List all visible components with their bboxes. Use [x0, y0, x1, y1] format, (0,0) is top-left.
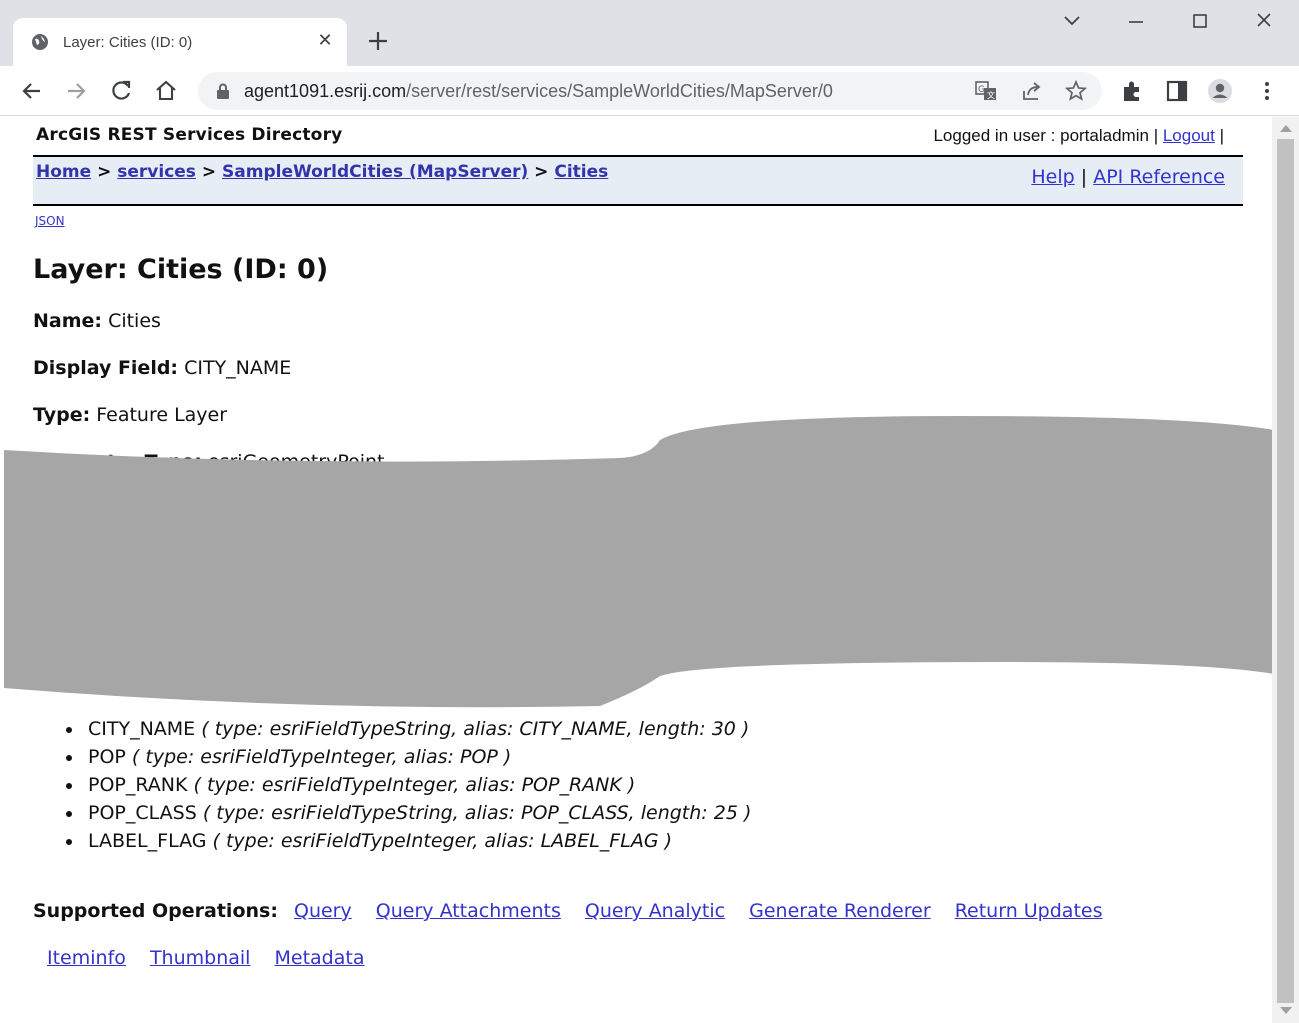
side-panel-icon[interactable] [1164, 78, 1190, 104]
back-icon[interactable] [18, 77, 46, 105]
logged-in-user: Logged in user : portaladmin | Logout | [933, 126, 1224, 146]
bookmark-star-icon[interactable] [1064, 79, 1088, 103]
new-tab-icon[interactable] [364, 26, 392, 56]
maximize-icon[interactable] [1180, 6, 1220, 36]
vertical-scrollbar[interactable] [1272, 117, 1299, 1023]
url-text[interactable]: agent1091.esrij.com/server/rest/services… [244, 81, 833, 102]
field-name: LABEL_FLAG [88, 830, 207, 852]
query-attachments-link[interactable]: Query Attachments [376, 900, 561, 922]
thumbnail-link[interactable]: Thumbnail [150, 947, 251, 969]
url-path: /server/rest/services/SampleWorldCities/… [406, 81, 833, 101]
name-value: Cities [108, 310, 161, 332]
field-detail: ( type: esriFieldTypeInteger, alias: LAB… [212, 830, 672, 852]
metadata-link[interactable]: Metadata [275, 947, 365, 969]
breadcrumb-separator: > [97, 162, 112, 182]
name-property: Name: Cities [33, 310, 161, 332]
field-name: POP_CLASS [88, 802, 197, 824]
svg-text:G: G [978, 85, 985, 95]
tab-search-chevron-icon[interactable] [1052, 6, 1092, 36]
field-name: POP [88, 746, 126, 768]
breadcrumb-mapserver-link[interactable]: SampleWorldCities (MapServer) [222, 162, 528, 182]
display-field-label: Display Field: [33, 357, 179, 379]
list-item: LABEL_FLAG ( type: esriFieldTypeInteger,… [66, 827, 751, 855]
minimize-icon[interactable] [1116, 6, 1156, 36]
display-field-property: Display Field: CITY_NAME [33, 357, 291, 379]
logged-in-label: Logged in user : portaladmin [933, 126, 1149, 145]
reload-icon[interactable] [107, 77, 135, 105]
field-detail: ( type: esriFieldTypeString, alias: POP_… [202, 802, 752, 824]
home-icon[interactable] [152, 77, 180, 105]
list-item: POP ( type: esriFieldTypeInteger, alias:… [66, 743, 751, 771]
list-item: POP_RANK ( type: esriFieldTypeInteger, a… [66, 771, 751, 799]
forward-icon[interactable] [62, 77, 90, 105]
field-name: POP_RANK [88, 774, 188, 796]
scroll-down-arrow-icon[interactable] [1280, 1007, 1292, 1014]
field-name: CITY_NAME [88, 718, 196, 740]
breadcrumb-layer-link[interactable]: Cities [554, 162, 608, 182]
return-updates-link[interactable]: Return Updates [955, 900, 1103, 922]
query-analytic-link[interactable]: Query Analytic [585, 900, 725, 922]
tab-strip: Layer: Cities (ID: 0) ✕ [0, 0, 1299, 66]
field-detail: ( type: esriFieldTypeString, alias: CITY… [201, 718, 750, 740]
query-link[interactable]: Query [294, 900, 352, 922]
supported-operations-label: Supported Operations: [33, 900, 278, 922]
svg-text:文: 文 [987, 90, 995, 100]
display-field-value: CITY_NAME [184, 357, 292, 379]
name-label: Name: [33, 310, 103, 332]
fields-list: CITY_NAME ( type: esriFieldTypeString, a… [66, 715, 751, 855]
profile-avatar-icon[interactable] [1207, 78, 1233, 104]
iteminfo-link[interactable]: Iteminfo [47, 947, 126, 969]
scrollbar-thumb[interactable] [1277, 139, 1294, 1003]
pipe-separator: | [1153, 126, 1159, 145]
navigation-bar: Home > services > SampleWorldCities (Map… [33, 155, 1243, 206]
pipe-separator: | [1219, 126, 1224, 145]
translate-icon[interactable]: G 文 [974, 79, 998, 103]
json-link[interactable]: JSON [35, 214, 65, 228]
browser-menu-icon[interactable] [1254, 78, 1280, 104]
help-links: Help | API Reference [1031, 166, 1225, 188]
supported-operations: Supported Operations: Query Query Attach… [33, 900, 1121, 922]
breadcrumb-separator: > [201, 162, 217, 182]
logout-link[interactable]: Logout [1163, 126, 1215, 145]
breadcrumb-separator: > [534, 162, 549, 182]
lock-icon[interactable] [216, 83, 230, 99]
generate-renderer-link[interactable]: Generate Renderer [749, 900, 931, 922]
browser-toolbar: agent1091.esrij.com/server/rest/services… [0, 66, 1299, 116]
close-window-icon[interactable] [1244, 6, 1284, 36]
field-detail: ( type: esriFieldTypeInteger, alias: POP… [131, 746, 512, 768]
tab-close-icon[interactable]: ✕ [315, 30, 335, 52]
api-reference-link[interactable]: API Reference [1093, 166, 1225, 188]
help-link[interactable]: Help [1031, 166, 1074, 188]
extensions-puzzle-icon[interactable] [1120, 78, 1146, 104]
page-title: Layer: Cities (ID: 0) [33, 254, 329, 285]
directory-title: ArcGIS REST Services Directory [36, 125, 343, 145]
address-bar[interactable]: agent1091.esrij.com/server/rest/services… [198, 72, 1102, 110]
redaction-overlay [4, 416, 1299, 708]
list-item: POP_CLASS ( type: esriFieldTypeString, a… [66, 799, 751, 827]
scroll-up-arrow-icon[interactable] [1280, 125, 1292, 132]
tab-title: Layer: Cities (ID: 0) [63, 34, 193, 51]
supported-operations-row-2: Iteminfo Thumbnail Metadata [47, 947, 382, 969]
field-detail: ( type: esriFieldTypeInteger, alias: POP… [193, 774, 636, 796]
breadcrumb: Home > services > SampleWorldCities (Map… [36, 162, 608, 182]
globe-icon [32, 34, 48, 50]
pipe-separator: | [1080, 166, 1088, 188]
browser-tab[interactable]: Layer: Cities (ID: 0) ✕ [13, 18, 347, 66]
share-icon[interactable] [1020, 79, 1044, 103]
url-host: agent1091.esrij.com [244, 81, 407, 101]
breadcrumb-home-link[interactable]: Home [36, 162, 91, 182]
breadcrumb-services-link[interactable]: services [117, 162, 196, 182]
